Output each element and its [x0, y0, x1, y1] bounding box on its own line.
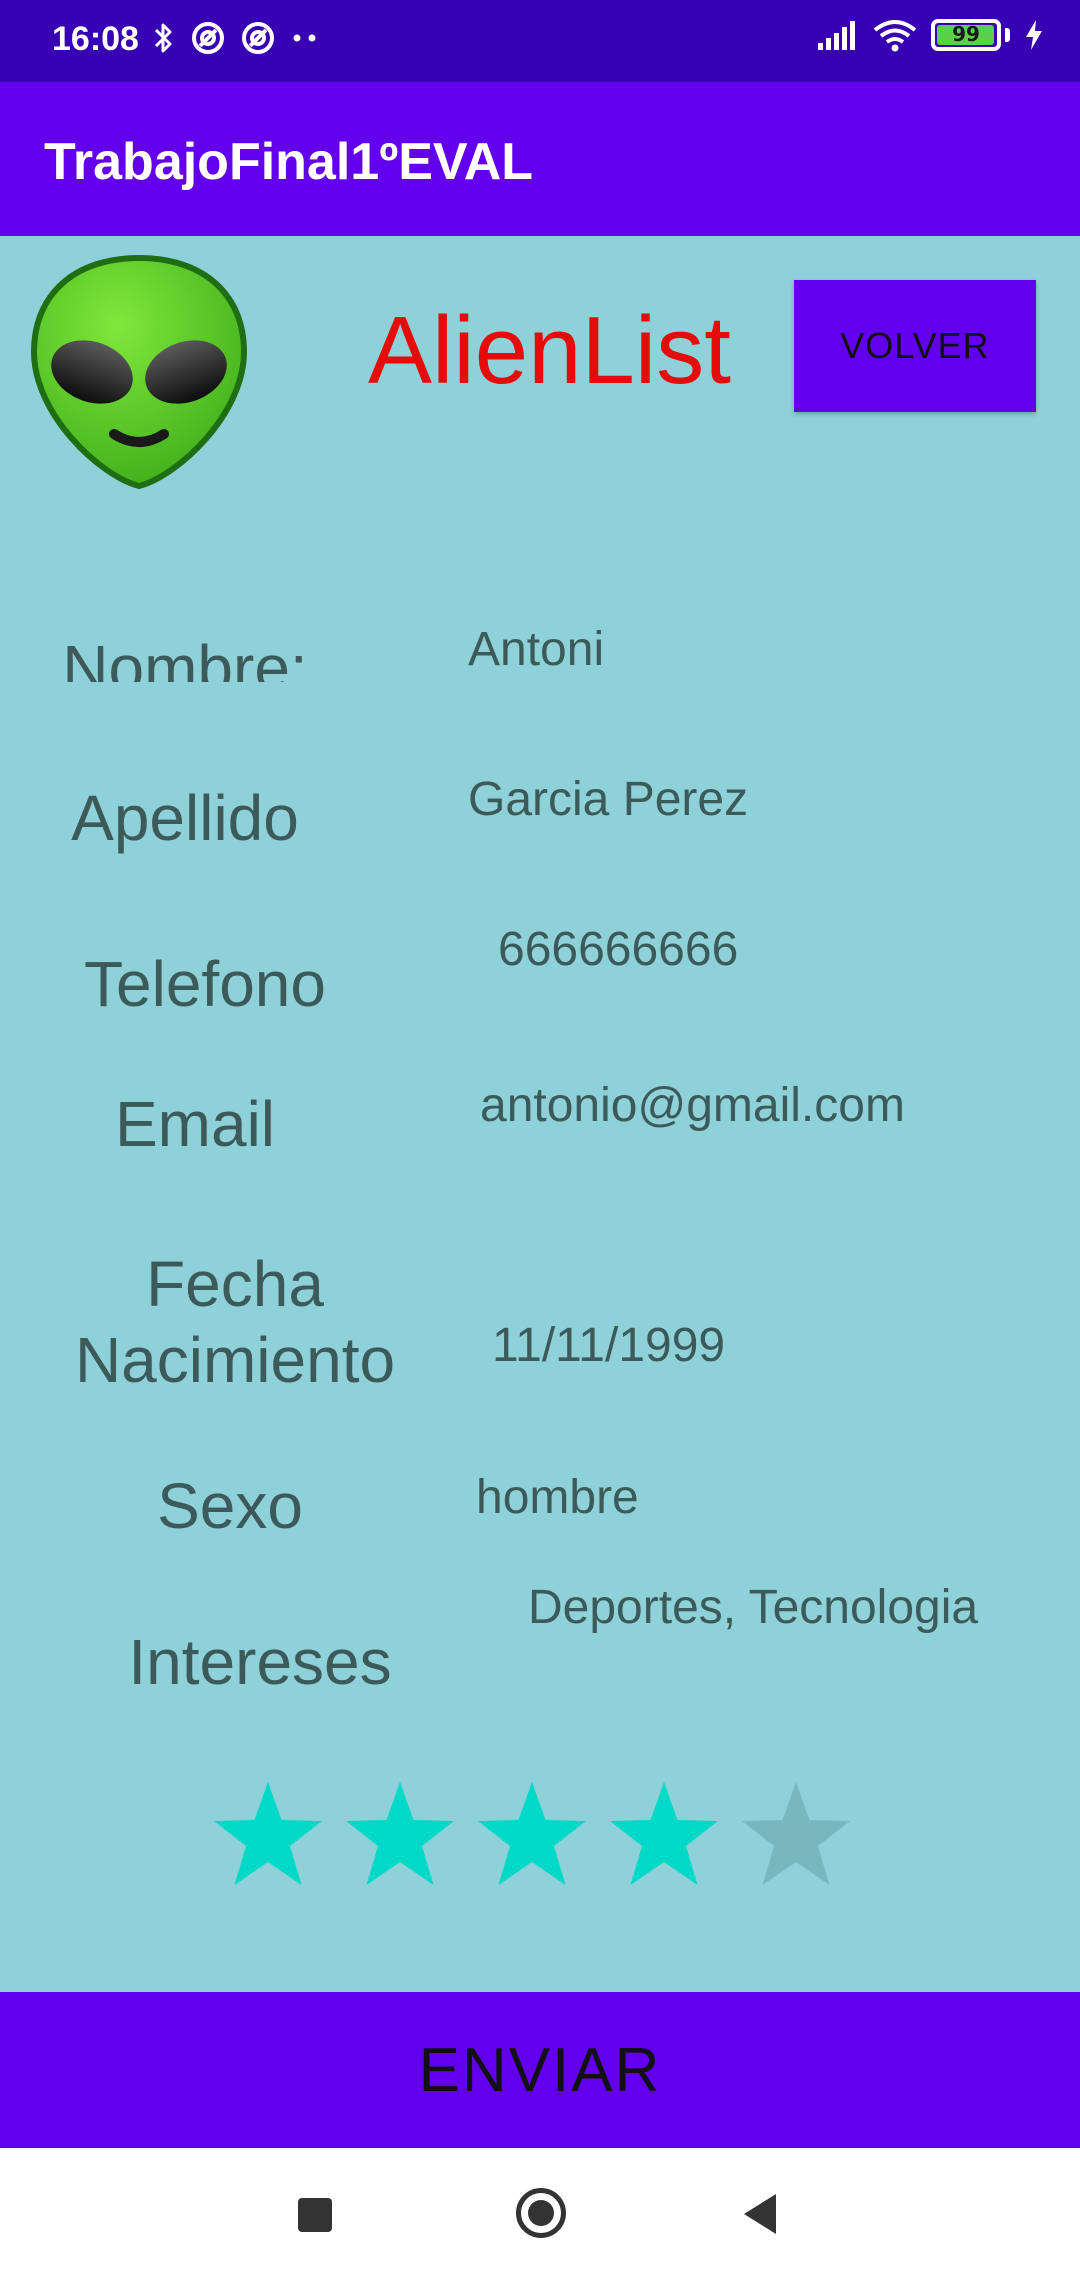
back-icon[interactable]	[744, 2194, 776, 2234]
battery-percentage: 99	[952, 22, 980, 46]
rating-bar[interactable]	[212, 1780, 852, 1888]
telefono-label: Telefono	[84, 948, 326, 1020]
rating-star-icon[interactable]	[212, 1780, 324, 1888]
rating-star-icon[interactable]	[344, 1780, 456, 1888]
email-label: Email	[114, 1088, 276, 1160]
enviar-button[interactable]: ENVIAR	[0, 1992, 1080, 2148]
sexo-label: Sexo	[157, 1470, 303, 1542]
status-icons-right: 99	[817, 18, 1044, 52]
rating-star-icon[interactable]	[740, 1780, 852, 1888]
volver-button[interactable]: VOLVER	[794, 280, 1036, 412]
intereses-label: Intereses	[128, 1626, 392, 1698]
more-dots-icon	[293, 34, 316, 42]
navigation-bar	[0, 2148, 1080, 2280]
at-sign-icon	[242, 22, 274, 54]
rating-star-icon[interactable]	[608, 1780, 720, 1888]
intereses-value: Deportes, Tecnologia	[528, 1581, 979, 1634]
fecha-nacimiento-value: 11/11/1999	[492, 1319, 726, 1372]
nombre-label: Nombre:	[62, 632, 308, 682]
sexo-value: hombre	[476, 1471, 639, 1524]
charging-icon	[1026, 20, 1042, 50]
email-value: antonio@gmail.com	[480, 1079, 905, 1132]
app-title: TrabajoFinal1ºEVAL	[44, 133, 534, 191]
telefono-value: 666666666	[498, 923, 739, 976]
status-icons-left	[152, 20, 320, 56]
recents-icon[interactable]	[298, 2198, 332, 2232]
battery-tip	[1005, 28, 1010, 42]
apellido-label: Apellido	[71, 782, 299, 854]
battery-icon: 99	[931, 19, 1001, 51]
home-icon-dot	[528, 2200, 554, 2226]
at-sign-icon	[192, 22, 224, 54]
bluetooth-icon	[154, 23, 172, 53]
status-bar: 16:08 99	[0, 0, 1080, 82]
brand-title: AlienList	[368, 297, 731, 404]
nombre-value: Antoni	[468, 623, 605, 676]
alien-icon	[30, 254, 248, 490]
status-time: 16:08	[52, 20, 139, 58]
wifi-icon	[873, 20, 917, 52]
apellido-value: Garcia Perez	[468, 773, 749, 826]
signal-icon	[818, 21, 855, 50]
fecha-label-line2: Nacimiento	[74, 1324, 396, 1396]
fecha-nacimiento-label: Fecha Nacimiento	[40, 1246, 430, 1398]
fecha-label-line1: Fecha	[146, 1248, 324, 1320]
rating-star-icon[interactable]	[476, 1780, 588, 1888]
home-icon[interactable]	[516, 2188, 566, 2238]
app-bar: TrabajoFinal1ºEVAL	[0, 82, 1080, 236]
